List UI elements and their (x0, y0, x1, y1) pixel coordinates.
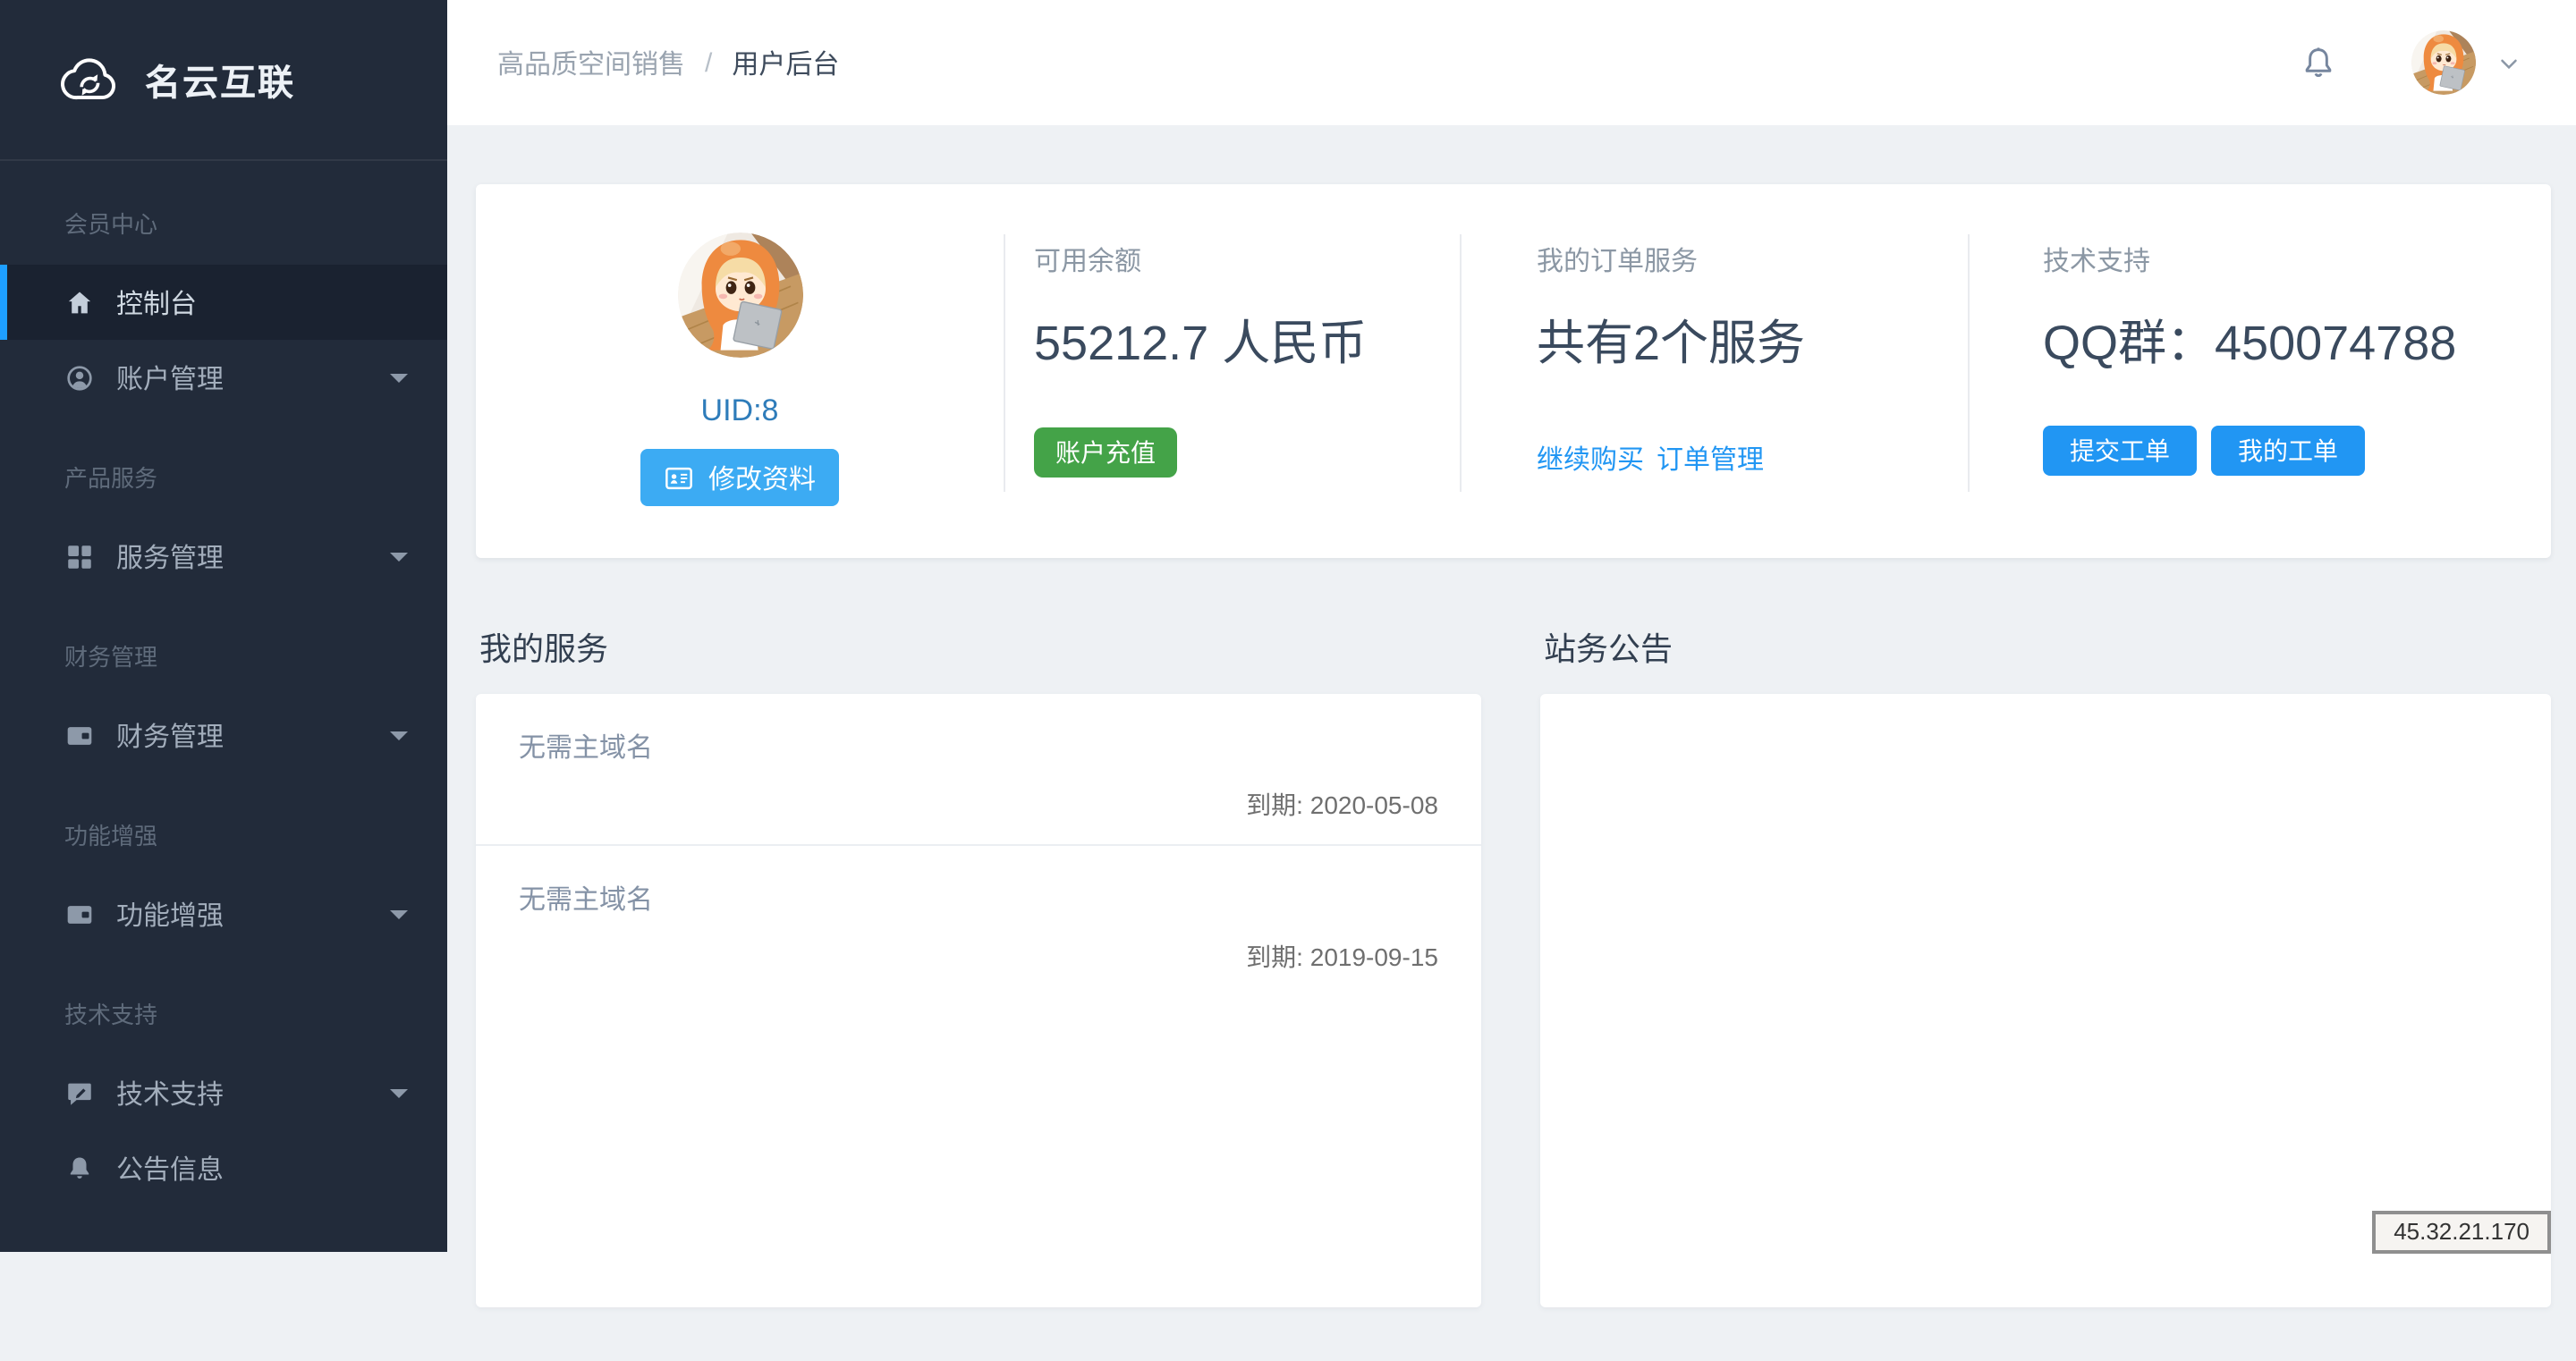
service-name-link[interactable]: 无需主域名 (519, 880, 1438, 917)
sidebar-item-account[interactable]: 账户管理 (0, 340, 447, 415)
main-content: UID:8 修改资料 可用余额 55212.7 人民币 账户充值 我的订单服务 … (447, 125, 2576, 1361)
wallet-icon (64, 720, 95, 750)
breadcrumb-section[interactable]: 高品质空间销售 (497, 44, 685, 81)
grid-icon (64, 541, 95, 571)
profile-avatar[interactable] (677, 232, 802, 358)
my-services-title: 我的服务 (479, 631, 608, 667)
service-row: 无需主域名 到期: 2020-05-08 (476, 694, 1481, 846)
sidebar-menu: 会员中心 控制台 账户管理 产品服务 服务管理 财务管理 财务管理 功能增强 功… (0, 206, 447, 1205)
sidebar-item-label: 财务管理 (116, 722, 225, 752)
chevron-down-icon (390, 373, 408, 382)
sidebar-section-label: 技术支持 (64, 1002, 158, 1028)
service-name-link[interactable]: 无需主域名 (519, 728, 1438, 765)
wallet-icon (64, 899, 95, 929)
sidebar-item-label: 功能增强 (116, 900, 225, 931)
edit-profile-label: 修改资料 (708, 464, 816, 495)
support-column: 技术支持 QQ群：450074788 提交工单 我的工单 (1968, 184, 2551, 558)
bell-icon (64, 1153, 95, 1183)
orders-value: 共有2个服务 (1537, 317, 1806, 370)
breadcrumb-page: 用户后台 (732, 49, 840, 80)
sidebar-item-console[interactable]: 控制台 (0, 265, 447, 340)
sidebar-section-label: 财务管理 (64, 644, 158, 671)
service-expiry: 到期: 2019-09-15 (1246, 943, 1438, 971)
order-manage-link[interactable]: 订单管理 (1657, 440, 1764, 478)
sidebar-item-label: 服务管理 (116, 543, 225, 573)
sidebar-item-announcements[interactable]: 公告信息 (0, 1130, 447, 1205)
sidebar-item-label: 账户管理 (116, 364, 225, 394)
submit-ticket-button[interactable]: 提交工单 (2043, 426, 2197, 476)
chevron-down-icon (390, 1088, 408, 1097)
user-circle-icon (64, 362, 95, 393)
chevron-down-icon[interactable] (2496, 49, 2522, 76)
topbar: 高品质空间销售 / 用户后台 (447, 0, 2576, 125)
sidebar-item-services[interactable]: 服务管理 (0, 519, 447, 594)
sidebar-item-finance[interactable]: 财务管理 (0, 697, 447, 773)
sidebar-item-label: 控制台 (116, 289, 198, 319)
app-window: 名云互联 会员中心 控制台 账户管理 产品服务 服务管理 财务管理 财务管理 功… (0, 0, 2576, 1361)
brand-logo[interactable]: 名云互联 (0, 0, 447, 161)
brand-title: 名云互联 (145, 64, 295, 104)
service-expiry: 到期: 2020-05-08 (1246, 790, 1438, 819)
comment-edit-icon (64, 1078, 95, 1108)
divider (1968, 234, 1970, 492)
sidebar-item-enhance[interactable]: 功能增强 (0, 876, 447, 951)
balance-value: 55212.7 人民币 (1034, 317, 1368, 370)
my-services-section: 我的服务 无需主域名 到期: 2020-05-08 无需主域名 到期: 2019… (476, 624, 1481, 1307)
divider (1004, 234, 1005, 492)
orders-label: 我的订单服务 (1537, 247, 1699, 277)
divider (1460, 234, 1462, 492)
bell-icon[interactable] (2299, 42, 2338, 83)
orders-column: 我的订单服务 共有2个服务 继续购买 订单管理 (1460, 184, 1968, 558)
my-services-panel: 无需主域名 到期: 2020-05-08 无需主域名 到期: 2019-09-1… (476, 694, 1481, 1307)
service-row: 无需主域名 到期: 2019-09-15 (476, 846, 1481, 996)
support-label: 技术支持 (2043, 247, 2151, 277)
chevron-down-icon (390, 552, 408, 561)
sidebar-section-label: 会员中心 (64, 211, 158, 238)
home-icon (64, 287, 95, 317)
status-url-bubble: 45.32.21.170 (2372, 1211, 2551, 1254)
sidebar-item-label: 技术支持 (116, 1079, 225, 1110)
user-avatar[interactable] (2411, 30, 2476, 95)
account-column: UID:8 修改资料 (476, 184, 1004, 558)
my-tickets-button[interactable]: 我的工单 (2211, 426, 2365, 476)
cloud-sync-icon (61, 57, 116, 99)
chevron-down-icon (390, 909, 408, 918)
sidebar-item-label: 公告信息 (116, 1154, 225, 1185)
sidebar-item-support[interactable]: 技术支持 (0, 1055, 447, 1130)
continue-buy-link[interactable]: 继续购买 (1537, 440, 1644, 478)
recharge-button[interactable]: 账户充值 (1034, 427, 1177, 478)
id-card-icon (665, 466, 692, 489)
announcements-panel: 45.32.21.170 (1540, 694, 2551, 1307)
avatar-image (2411, 30, 2476, 95)
balance-label: 可用余额 (1034, 247, 1142, 277)
announcements-title: 站务公告 (1544, 631, 1673, 667)
panels-row: 我的服务 无需主域名 到期: 2020-05-08 无需主域名 到期: 2019… (476, 558, 2551, 1307)
breadcrumb-separator: / (705, 47, 713, 78)
avatar-image (677, 232, 802, 358)
orders-links: 继续购买 订单管理 (1537, 440, 1968, 478)
overview-card: UID:8 修改资料 可用余额 55212.7 人民币 账户充值 我的订单服务 … (476, 184, 2551, 558)
sidebar-section-label: 功能增强 (64, 823, 158, 850)
sidebar-section-label: 产品服务 (64, 465, 158, 492)
chevron-down-icon (390, 731, 408, 740)
ticket-buttons: 提交工单 我的工单 (2043, 426, 2551, 476)
user-uid: UID:8 (700, 393, 779, 427)
sidebar: 名云互联 会员中心 控制台 账户管理 产品服务 服务管理 财务管理 财务管理 功… (0, 0, 447, 1252)
breadcrumb: 高品质空间销售 / 用户后台 (497, 44, 839, 81)
balance-column: 可用余额 55212.7 人民币 账户充值 (1004, 184, 1460, 558)
announcements-section: 站务公告 45.32.21.170 (1540, 624, 2551, 1307)
support-qq-value: QQ群：450074788 (2043, 317, 2457, 370)
topbar-right (2299, 30, 2522, 95)
edit-profile-button[interactable]: 修改资料 (640, 449, 839, 506)
